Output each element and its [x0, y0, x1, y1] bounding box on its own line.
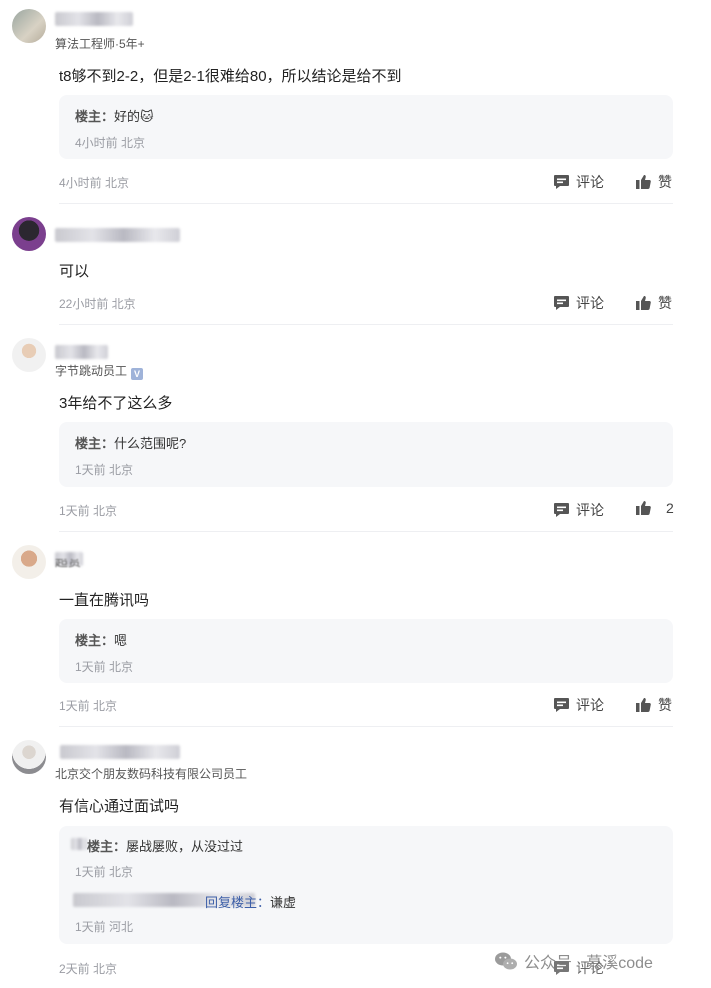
- reply-author: 楼主：: [75, 109, 115, 124]
- reply-meta: 1天前 河北: [75, 920, 134, 934]
- comment-label: 评论: [576, 697, 604, 713]
- comment-text: 一直在腾讯吗: [59, 592, 150, 609]
- reply-box: 楼主：屡战屡败，从没过过 1天前 北京 回复楼主：谦虚 1天前 河北: [59, 826, 673, 944]
- username-partial: 超赏: [55, 559, 82, 569]
- username-redacted[interactable]: [55, 228, 180, 242]
- username-redacted[interactable]: [55, 12, 133, 26]
- divider: [59, 726, 673, 727]
- comment-button[interactable]: 评论: [553, 172, 604, 192]
- comment-icon: [554, 175, 569, 189]
- reply-author-redacted: [71, 838, 87, 850]
- comment-item: 算法工程师·5年+ t8够不到2-2，但是2-1很难给80，所以结论是给不到 楼…: [0, 0, 711, 205]
- comment-text: t8够不到2-2，但是2-1很难给80，所以结论是给不到: [59, 68, 402, 85]
- reply-item[interactable]: 楼主：好的🐱: [75, 106, 154, 125]
- thumbs-up-icon: [636, 698, 651, 713]
- reply-item[interactable]: 回复楼主：谦虚: [205, 892, 296, 911]
- avatar[interactable]: [12, 217, 46, 251]
- wechat-icon: [495, 952, 517, 970]
- reply-author: 楼主：: [87, 839, 127, 854]
- comment-icon: [554, 503, 569, 517]
- divider: [59, 203, 673, 204]
- reply-item[interactable]: 楼主：什么范围呢?: [75, 433, 186, 452]
- comment-label: 评论: [576, 502, 604, 518]
- thumbs-up-icon: [636, 501, 651, 516]
- verified-badge-icon: V: [131, 368, 144, 380]
- comment-button[interactable]: 评论: [553, 500, 604, 520]
- reply-meta: 4小时前 北京: [75, 136, 146, 150]
- user-subtitle: 北京交个朋友数码科技有限公司员工: [55, 767, 248, 781]
- comment-text: 3年给不了这么多: [59, 395, 173, 412]
- comment-item: 超赏 一直在腾讯吗 楼主：嗯 1天前 北京 1天前 北京 评论 赞: [0, 532, 711, 728]
- comment-item: 字节跳动员工 V 3年给不了这么多 楼主：什么范围呢? 1天前 北京 1天前 北京…: [0, 325, 711, 532]
- reply-meta: 1天前 北京: [75, 463, 134, 477]
- user-subtitle: 字节跳动员工 V: [55, 362, 144, 380]
- comment-button[interactable]: 评论: [553, 695, 604, 715]
- like-button[interactable]: 2: [635, 500, 674, 516]
- reply-item[interactable]: 楼主：屡战屡败，从没过过: [87, 836, 243, 855]
- reply-item[interactable]: 楼主：嗯: [75, 630, 127, 649]
- comment-meta: 2天前 北京: [59, 962, 118, 976]
- reply-meta: 1天前 北京: [75, 660, 134, 674]
- thumbs-up-icon: [636, 296, 651, 311]
- reply-author: 楼主：: [75, 436, 115, 451]
- like-label: 赞: [658, 174, 672, 190]
- comment-icon: [554, 296, 569, 310]
- reply-text: 谦虚: [270, 895, 297, 910]
- watermark-text: 公众号 · 慕溪code: [524, 955, 653, 972]
- comment-label: 评论: [576, 295, 604, 311]
- comment-label: 评论: [576, 174, 604, 190]
- like-button[interactable]: 赞: [635, 293, 672, 313]
- reply-meta: 1天前 北京: [75, 865, 134, 879]
- like-label: 赞: [658, 295, 672, 311]
- reply-text: 屡战屡败，从没过过: [126, 839, 244, 854]
- comment-text: 可以: [59, 263, 90, 280]
- like-count: 2: [666, 500, 674, 516]
- reply-box: 楼主：好的🐱 4小时前 北京: [59, 95, 673, 159]
- like-button[interactable]: 赞: [635, 695, 672, 715]
- comment-meta: 4小时前 北京: [59, 176, 130, 190]
- like-button[interactable]: 赞: [635, 172, 672, 192]
- avatar[interactable]: [12, 9, 46, 43]
- reply-author: 楼主：: [75, 633, 115, 648]
- comment-meta: 1天前 北京: [59, 504, 118, 518]
- reply-box: 楼主：嗯 1天前 北京: [59, 619, 673, 683]
- comment-meta: 1天前 北京: [59, 699, 118, 713]
- avatar[interactable]: [12, 545, 46, 579]
- avatar[interactable]: [12, 338, 46, 372]
- reply-box: 楼主：什么范围呢? 1天前 北京: [59, 422, 673, 487]
- comment-item: 可以 22小时前 北京 评论 赞: [0, 205, 711, 325]
- reply-text: 嗯: [114, 633, 128, 648]
- reply-to-link[interactable]: 回复楼主：: [205, 895, 270, 910]
- reply-text: 好的: [114, 109, 141, 124]
- comment-button[interactable]: 评论: [553, 293, 604, 313]
- reply-text: 什么范围呢?: [114, 436, 187, 451]
- avatar[interactable]: [12, 740, 46, 774]
- user-subtitle-text: 字节跳动员工: [55, 364, 128, 378]
- comment-text: 有信心通过面试吗: [59, 798, 180, 815]
- cat-emoji: 🐱: [140, 109, 154, 124]
- wechat-watermark: 公众号 · 慕溪code: [494, 949, 653, 973]
- username-redacted[interactable]: [55, 345, 108, 359]
- comment-meta: 22小时前 北京: [59, 297, 136, 311]
- user-subtitle: 算法工程师·5年+: [55, 37, 145, 51]
- thumbs-up-icon: [636, 175, 651, 190]
- username-redacted[interactable]: [60, 745, 180, 759]
- comment-icon: [554, 698, 569, 712]
- like-label: 赞: [658, 697, 672, 713]
